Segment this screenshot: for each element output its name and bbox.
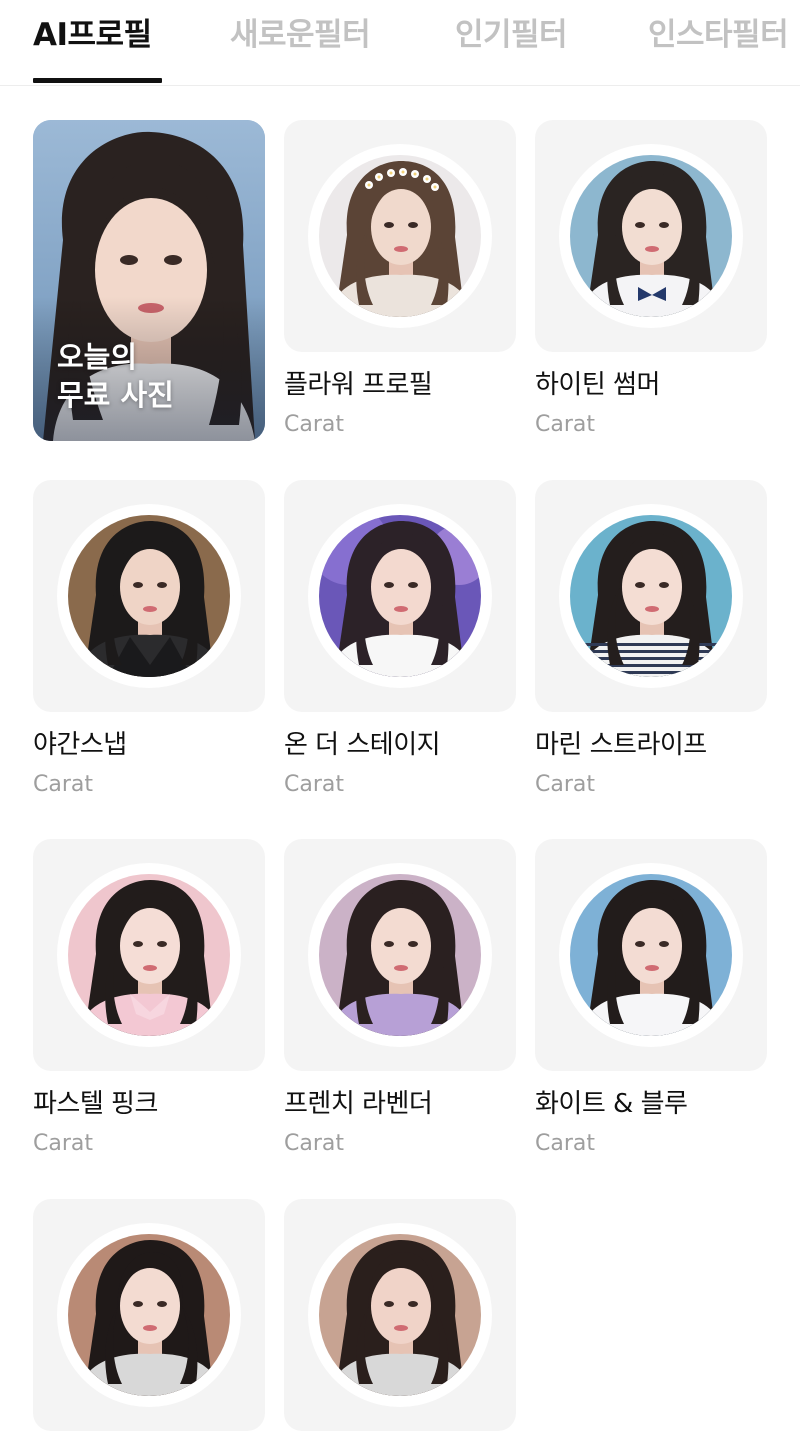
profile-card[interactable] — [33, 1199, 265, 1431]
avatar — [319, 1234, 481, 1396]
profile-subtitle: Carat — [535, 772, 595, 797]
tab-insta-filters[interactable]: 인스타필터 — [648, 10, 789, 60]
profile-card[interactable] — [284, 839, 516, 1071]
avatar-ring — [57, 504, 241, 688]
profile-subtitle: Carat — [535, 412, 595, 437]
avatar-ring — [559, 863, 743, 1047]
profile-title: 플라워 프로필 — [284, 370, 433, 400]
profile-card[interactable] — [284, 1199, 516, 1431]
avatar — [570, 515, 732, 677]
profile-title: 온 더 스테이지 — [284, 730, 441, 760]
portrait-image — [68, 515, 230, 677]
profile-card[interactable] — [535, 120, 767, 352]
profile-title: 하이틴 썸머 — [535, 370, 660, 400]
portrait-image — [319, 1234, 481, 1396]
avatar-ring — [559, 144, 743, 328]
avatar-ring — [308, 1223, 492, 1407]
profile-card[interactable] — [33, 839, 265, 1071]
portrait-image — [570, 874, 732, 1036]
avatar-ring — [308, 504, 492, 688]
featured-caption-line1: 오늘의 — [57, 340, 138, 374]
active-tab-indicator — [33, 78, 162, 83]
avatar-ring — [559, 504, 743, 688]
portrait-image — [319, 874, 481, 1036]
featured-caption: 오늘의 무료 사진 — [57, 338, 257, 414]
profile-card[interactable] — [284, 120, 516, 352]
avatar — [319, 515, 481, 677]
portrait-image — [319, 155, 481, 317]
avatar — [68, 874, 230, 1036]
portrait-image — [68, 874, 230, 1036]
portrait-image — [570, 515, 732, 677]
avatar — [319, 874, 481, 1036]
profile-card[interactable] — [33, 480, 265, 712]
profile-subtitle: Carat — [535, 1131, 595, 1156]
tab-new-filters[interactable]: 새로운필터 — [230, 10, 371, 60]
profile-subtitle: Carat — [284, 1131, 344, 1156]
avatar — [68, 1234, 230, 1396]
portrait-image — [319, 515, 481, 677]
profile-title: 프렌치 라벤더 — [284, 1089, 433, 1119]
profile-card[interactable] — [535, 839, 767, 1071]
profile-subtitle: Carat — [284, 412, 344, 437]
profile-title: 화이트 & 블루 — [535, 1089, 688, 1119]
profile-title: 야간스냅 — [33, 730, 127, 760]
profile-card[interactable] — [284, 480, 516, 712]
profile-subtitle: Carat — [284, 772, 344, 797]
portrait-image — [68, 1234, 230, 1396]
avatar-ring — [57, 863, 241, 1047]
top-tab-bar: AI프로필 새로운필터 인기필터 인스타필터 — [0, 0, 800, 86]
featured-caption-line2: 무료 사진 — [57, 378, 174, 412]
avatar — [319, 155, 481, 317]
portrait-image — [570, 155, 732, 317]
profile-card[interactable] — [535, 480, 767, 712]
profile-subtitle: Carat — [33, 772, 93, 797]
profile-subtitle: Carat — [33, 1131, 93, 1156]
avatar — [570, 874, 732, 1036]
avatar-ring — [308, 144, 492, 328]
avatar-ring — [308, 863, 492, 1047]
tab-ai-profile[interactable]: AI프로필 — [33, 10, 152, 60]
featured-free-photo-card[interactable]: 오늘의 무료 사진 — [33, 120, 265, 441]
profile-title: 마린 스트라이프 — [535, 730, 707, 760]
avatar-ring — [57, 1223, 241, 1407]
avatar — [570, 155, 732, 317]
profile-title: 파스텔 핑크 — [33, 1089, 158, 1119]
avatar — [68, 515, 230, 677]
tab-popular-filters[interactable]: 인기필터 — [455, 10, 568, 60]
